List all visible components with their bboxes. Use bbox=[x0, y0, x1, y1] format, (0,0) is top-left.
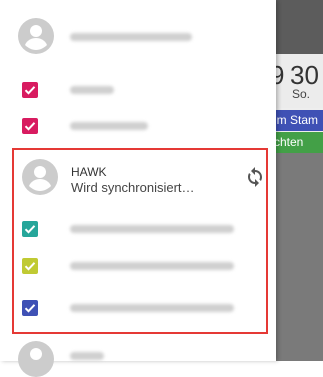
calendar-drawer: HAWK Wird synchronisiert… bbox=[0, 0, 276, 377]
calendar-checkbox[interactable] bbox=[22, 221, 38, 237]
account-name-redacted bbox=[70, 352, 104, 360]
calendar-row[interactable] bbox=[0, 112, 276, 140]
account-avatar-icon bbox=[22, 159, 58, 195]
calendar-checkbox[interactable] bbox=[22, 118, 38, 134]
calendar-toolbar bbox=[274, 0, 323, 54]
event-chip-green[interactable]: chten bbox=[274, 132, 323, 153]
calendar-name-redacted bbox=[70, 225, 234, 233]
account-sync-status: Wird synchronisiert… bbox=[71, 180, 195, 195]
account-avatar-icon bbox=[18, 18, 54, 54]
check-icon bbox=[24, 262, 36, 271]
calendar-row[interactable] bbox=[0, 76, 276, 104]
calendar-row[interactable] bbox=[0, 216, 276, 244]
calendar-name-redacted bbox=[70, 304, 234, 312]
calendar-checkbox[interactable] bbox=[22, 258, 38, 274]
account-name-redacted bbox=[70, 33, 192, 41]
calendar-name-redacted bbox=[70, 262, 234, 270]
check-icon bbox=[24, 122, 36, 131]
scrim[interactable] bbox=[274, 153, 323, 361]
calendar-name-redacted bbox=[70, 122, 148, 130]
event-chip-blue[interactable]: im Stam bbox=[274, 110, 323, 131]
calendar-name-redacted bbox=[70, 86, 114, 94]
calendar-row[interactable] bbox=[0, 296, 276, 324]
day-name: So. bbox=[292, 87, 311, 101]
calendar-checkbox[interactable] bbox=[22, 82, 38, 98]
sync-icon[interactable] bbox=[243, 165, 267, 189]
calendar-row[interactable] bbox=[0, 256, 276, 284]
check-icon bbox=[24, 86, 36, 95]
calendar-checkbox[interactable] bbox=[22, 300, 38, 316]
check-icon bbox=[24, 225, 36, 234]
check-icon bbox=[24, 304, 36, 313]
account-avatar-icon bbox=[18, 341, 54, 377]
account-name: HAWK bbox=[71, 165, 107, 179]
